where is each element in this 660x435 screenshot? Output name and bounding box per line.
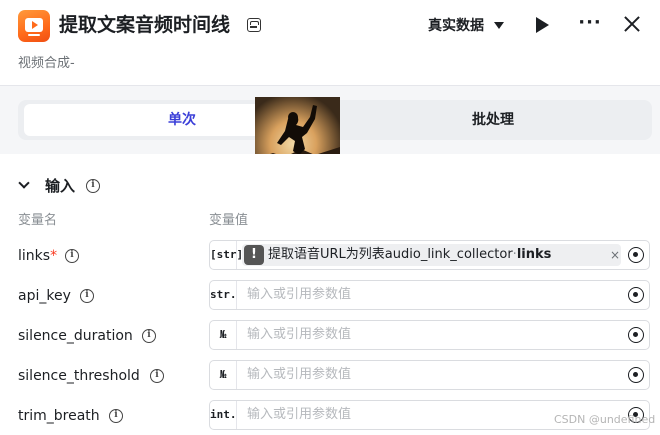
param-label: silence_threshold <box>18 368 140 384</box>
node-header: 提取文案音频时间线 真实数据 ··· 视频合成- <box>0 0 660 86</box>
reference-text: 提取语音URL为列表audio_link_collector·links <box>268 247 552 262</box>
silence-duration-field[interactable]: № 输入或引用参数值 <box>209 320 650 350</box>
placeholder[interactable]: 输入或引用参数值 <box>247 321 351 349</box>
section-title: 输入 <box>45 177 76 195</box>
info-icon[interactable]: i <box>86 179 100 193</box>
info-icon[interactable]: i <box>142 329 156 343</box>
param-label: api_key <box>18 288 71 304</box>
variable-reference-icon[interactable] <box>628 367 644 383</box>
close-icon[interactable] <box>624 16 640 32</box>
silence-threshold-field[interactable]: № 输入或引用参数值 <box>209 360 650 390</box>
node-subtitle: 视频合成- <box>18 56 75 71</box>
info-icon[interactable]: i <box>65 249 79 263</box>
info-icon[interactable]: i <box>109 409 123 423</box>
remove-reference-icon[interactable]: × <box>610 244 620 266</box>
column-header-value: 变量值 <box>209 213 249 228</box>
info-icon[interactable]: i <box>80 289 94 303</box>
reference-chip[interactable]: ! 提取语音URL为列表audio_link_collector·links × <box>242 244 621 266</box>
type-tag: № <box>210 361 237 389</box>
run-play-icon[interactable] <box>536 17 549 33</box>
param-label: trim_breath <box>18 408 100 424</box>
node-title: 提取文案音频时间线 <box>59 14 231 36</box>
info-icon[interactable]: i <box>150 369 164 383</box>
type-tag: № <box>210 321 237 349</box>
param-row-silence-duration: silence_duration i № 输入或引用参数值 <box>0 320 660 352</box>
placeholder[interactable]: 输入或引用参数值 <box>247 361 351 389</box>
param-row-links: links* i [str] ! 提取语音URL为列表audio_link_co… <box>0 240 660 272</box>
watermark: CSDN @undefined <box>554 413 656 426</box>
param-row-silence-threshold: silence_threshold i № 输入或引用参数值 <box>0 360 660 392</box>
placeholder[interactable]: 输入或引用参数值 <box>247 281 351 309</box>
chevron-down-icon[interactable] <box>18 177 30 189</box>
required-mark: * <box>50 248 58 264</box>
column-header-name: 变量名 <box>18 213 58 228</box>
api-key-field[interactable]: str. 输入或引用参数值 <box>209 280 650 310</box>
param-label: silence_duration <box>18 328 133 344</box>
caret-down-icon[interactable] <box>494 22 504 29</box>
param-label: links* <box>18 248 58 264</box>
type-tag: int. <box>210 401 237 429</box>
plugin-badge-icon <box>247 18 261 32</box>
input-panel: 输入 i 变量名 变量值 links* i [str] ! 提取语音URL为列表… <box>0 154 660 435</box>
variable-reference-icon[interactable] <box>628 287 644 303</box>
more-icon[interactable]: ··· <box>578 14 602 34</box>
type-tag: [str] <box>210 241 243 269</box>
warning-icon: ! <box>244 245 264 265</box>
data-mode-select[interactable]: 真实数据 <box>428 14 484 38</box>
placeholder[interactable]: 输入或引用参数值 <box>247 401 351 429</box>
variable-reference-icon[interactable] <box>628 327 644 343</box>
variable-reference-icon[interactable] <box>628 247 644 263</box>
tab-batch[interactable]: 批处理 <box>340 104 646 136</box>
video-app-icon <box>18 10 50 42</box>
type-tag: str. <box>210 281 237 309</box>
links-field[interactable]: [str] ! 提取语音URL为列表audio_link_collector·l… <box>209 240 650 270</box>
param-row-api-key: api_key i str. 输入或引用参数值 <box>0 280 660 312</box>
